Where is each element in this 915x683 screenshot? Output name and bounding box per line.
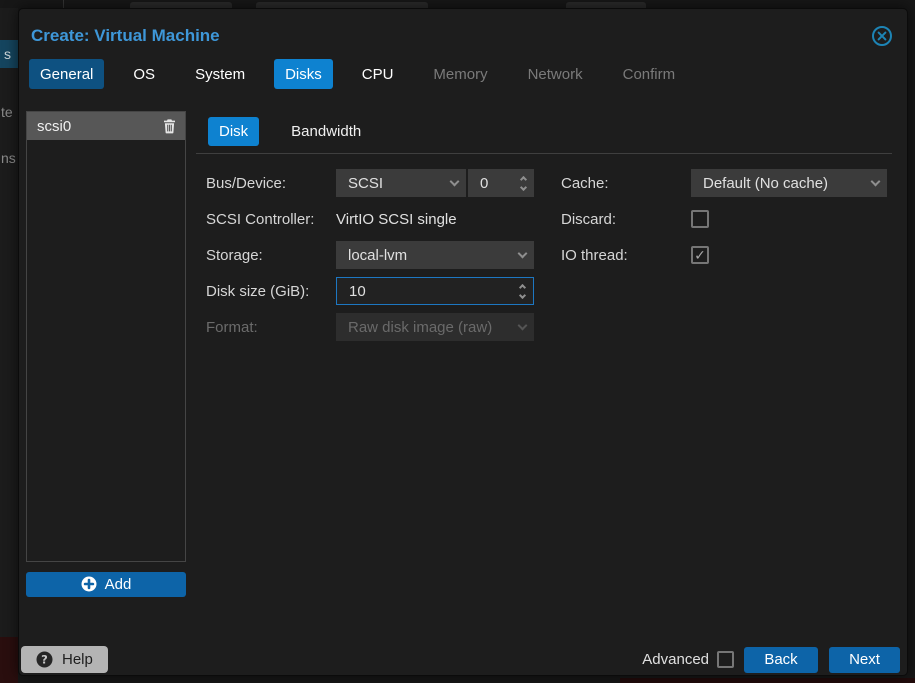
storage-label: Storage: — [206, 246, 263, 264]
tab-os[interactable]: OS — [122, 59, 166, 89]
tab-system[interactable]: System — [184, 59, 256, 89]
bus-select-value: SCSI — [348, 174, 384, 192]
tab-network: Network — [527, 65, 583, 83]
io-thread-checkbox[interactable]: ✓ — [691, 246, 709, 264]
storage-select-value: local-lvm — [348, 246, 408, 264]
form-column-right: Cache: Default (No cache) Discard: IO th… — [561, 169, 891, 349]
separator-line — [196, 153, 892, 154]
disk-settings-column: Disk Bandwidth Bus/Device: SCSI 0 SCSI C… — [196, 111, 907, 597]
help-button[interactable]: ? Help — [21, 646, 108, 673]
disk-list-item-scsi0[interactable]: scsi0 — [27, 112, 185, 140]
spinner-arrows-icon[interactable] — [518, 283, 527, 299]
form-row-cache: Cache: Default (No cache) — [561, 169, 891, 197]
format-select: Raw disk image (raw) — [336, 313, 534, 341]
chevron-down-icon — [517, 320, 528, 330]
cache-select-value: Default (No cache) — [703, 174, 829, 192]
create-vm-dialog: Create: Virtual Machine General OS Syste… — [18, 8, 908, 676]
scsi-controller-value: VirtIO SCSI single — [336, 210, 457, 228]
tab-memory: Memory — [433, 65, 488, 83]
trash-icon[interactable] — [163, 118, 176, 134]
bus-select[interactable]: SCSI — [336, 169, 466, 197]
discard-label: Discard: — [561, 210, 617, 228]
checkmark-icon: ✓ — [694, 247, 706, 263]
cache-label: Cache: — [561, 174, 609, 192]
disk-size-value: 10 — [349, 282, 366, 300]
format-select-value: Raw disk image (raw) — [348, 318, 493, 336]
form-row-io-thread: IO thread: ✓ — [561, 241, 891, 269]
tab-confirm: Confirm — [622, 65, 676, 83]
question-circle-icon: ? — [36, 651, 53, 668]
form-row-scsi-controller: SCSI Controller: VirtIO SCSI single — [206, 205, 534, 233]
form-row-discard: Discard: — [561, 205, 891, 233]
tab-cpu[interactable]: CPU — [351, 59, 405, 89]
disk-form: Bus/Device: SCSI 0 SCSI Controller: Virt… — [196, 169, 907, 349]
dialog-footer: ? Help Advanced Back Next — [21, 646, 900, 673]
disk-sub-tab-bar: Disk Bandwidth — [208, 117, 907, 146]
dialog-header: Create: Virtual Machine — [19, 9, 907, 51]
background-resource-tree: s te ns — [0, 8, 18, 683]
cache-select[interactable]: Default (No cache) — [691, 169, 887, 197]
wizard-tab-bar: General OS System Disks CPU Memory Netwo… — [29, 59, 907, 89]
disk-list: scsi0 — [26, 111, 186, 562]
background-toolbar — [0, 0, 915, 8]
disk-size-input[interactable]: 10 — [336, 277, 534, 305]
form-row-disk-size: Disk size (GiB): 10 — [206, 277, 534, 305]
advanced-toggle-group: Advanced — [642, 651, 734, 668]
subtab-bandwidth[interactable]: Bandwidth — [280, 117, 372, 146]
device-number-input[interactable]: 0 — [468, 169, 534, 197]
spinner-arrows-icon[interactable] — [519, 175, 528, 191]
form-row-storage: Storage: local-lvm — [206, 241, 534, 269]
background-panel-fragment — [620, 678, 915, 683]
device-number-value: 0 — [480, 174, 489, 192]
advanced-label[interactable]: Advanced — [642, 651, 709, 668]
chevron-down-icon — [517, 248, 528, 258]
back-button[interactable]: Back — [744, 646, 818, 673]
tab-disks[interactable]: Disks — [274, 59, 333, 89]
background-divider — [63, 0, 64, 8]
form-column-left: Bus/Device: SCSI 0 SCSI Controller: Virt… — [206, 169, 534, 349]
io-thread-label: IO thread: — [561, 246, 628, 264]
background-tree-item: te — [1, 104, 13, 120]
disk-size-label: Disk size (GiB): — [206, 282, 310, 300]
form-row-format: Format: Raw disk image (raw) — [206, 313, 534, 341]
disk-list-column: scsi0 Add — [26, 111, 186, 597]
discard-checkbox[interactable] — [691, 210, 709, 228]
storage-select[interactable]: local-lvm — [336, 241, 534, 269]
subtab-disk[interactable]: Disk — [208, 117, 260, 146]
next-button[interactable]: Next — [829, 646, 900, 673]
scsi-controller-label: SCSI Controller: — [206, 210, 315, 228]
dialog-title: Create: Virtual Machine — [31, 25, 220, 45]
bus-device-label: Bus/Device: — [206, 174, 287, 192]
add-disk-button[interactable]: Add — [26, 571, 186, 597]
close-icon[interactable] — [870, 24, 894, 48]
format-label: Format: — [206, 318, 258, 336]
chevron-down-icon — [449, 176, 460, 186]
form-row-bus-device: Bus/Device: SCSI 0 — [206, 169, 534, 197]
chevron-down-icon — [870, 176, 881, 186]
background-tree-item: ns — [1, 150, 16, 166]
tab-general[interactable]: General — [29, 59, 105, 89]
add-button-label: Add — [104, 575, 132, 593]
help-button-label: Help — [62, 651, 93, 668]
background-panel-fragment — [0, 637, 18, 683]
svg-text:?: ? — [41, 653, 48, 667]
plus-circle-icon — [81, 576, 97, 592]
disk-item-label: scsi0 — [37, 117, 72, 135]
background-tree-selected-item: s — [0, 40, 18, 68]
disks-panel: scsi0 Add Disk Bandwidth Bus/Device: SCS… — [19, 111, 907, 597]
advanced-checkbox[interactable] — [717, 651, 734, 668]
